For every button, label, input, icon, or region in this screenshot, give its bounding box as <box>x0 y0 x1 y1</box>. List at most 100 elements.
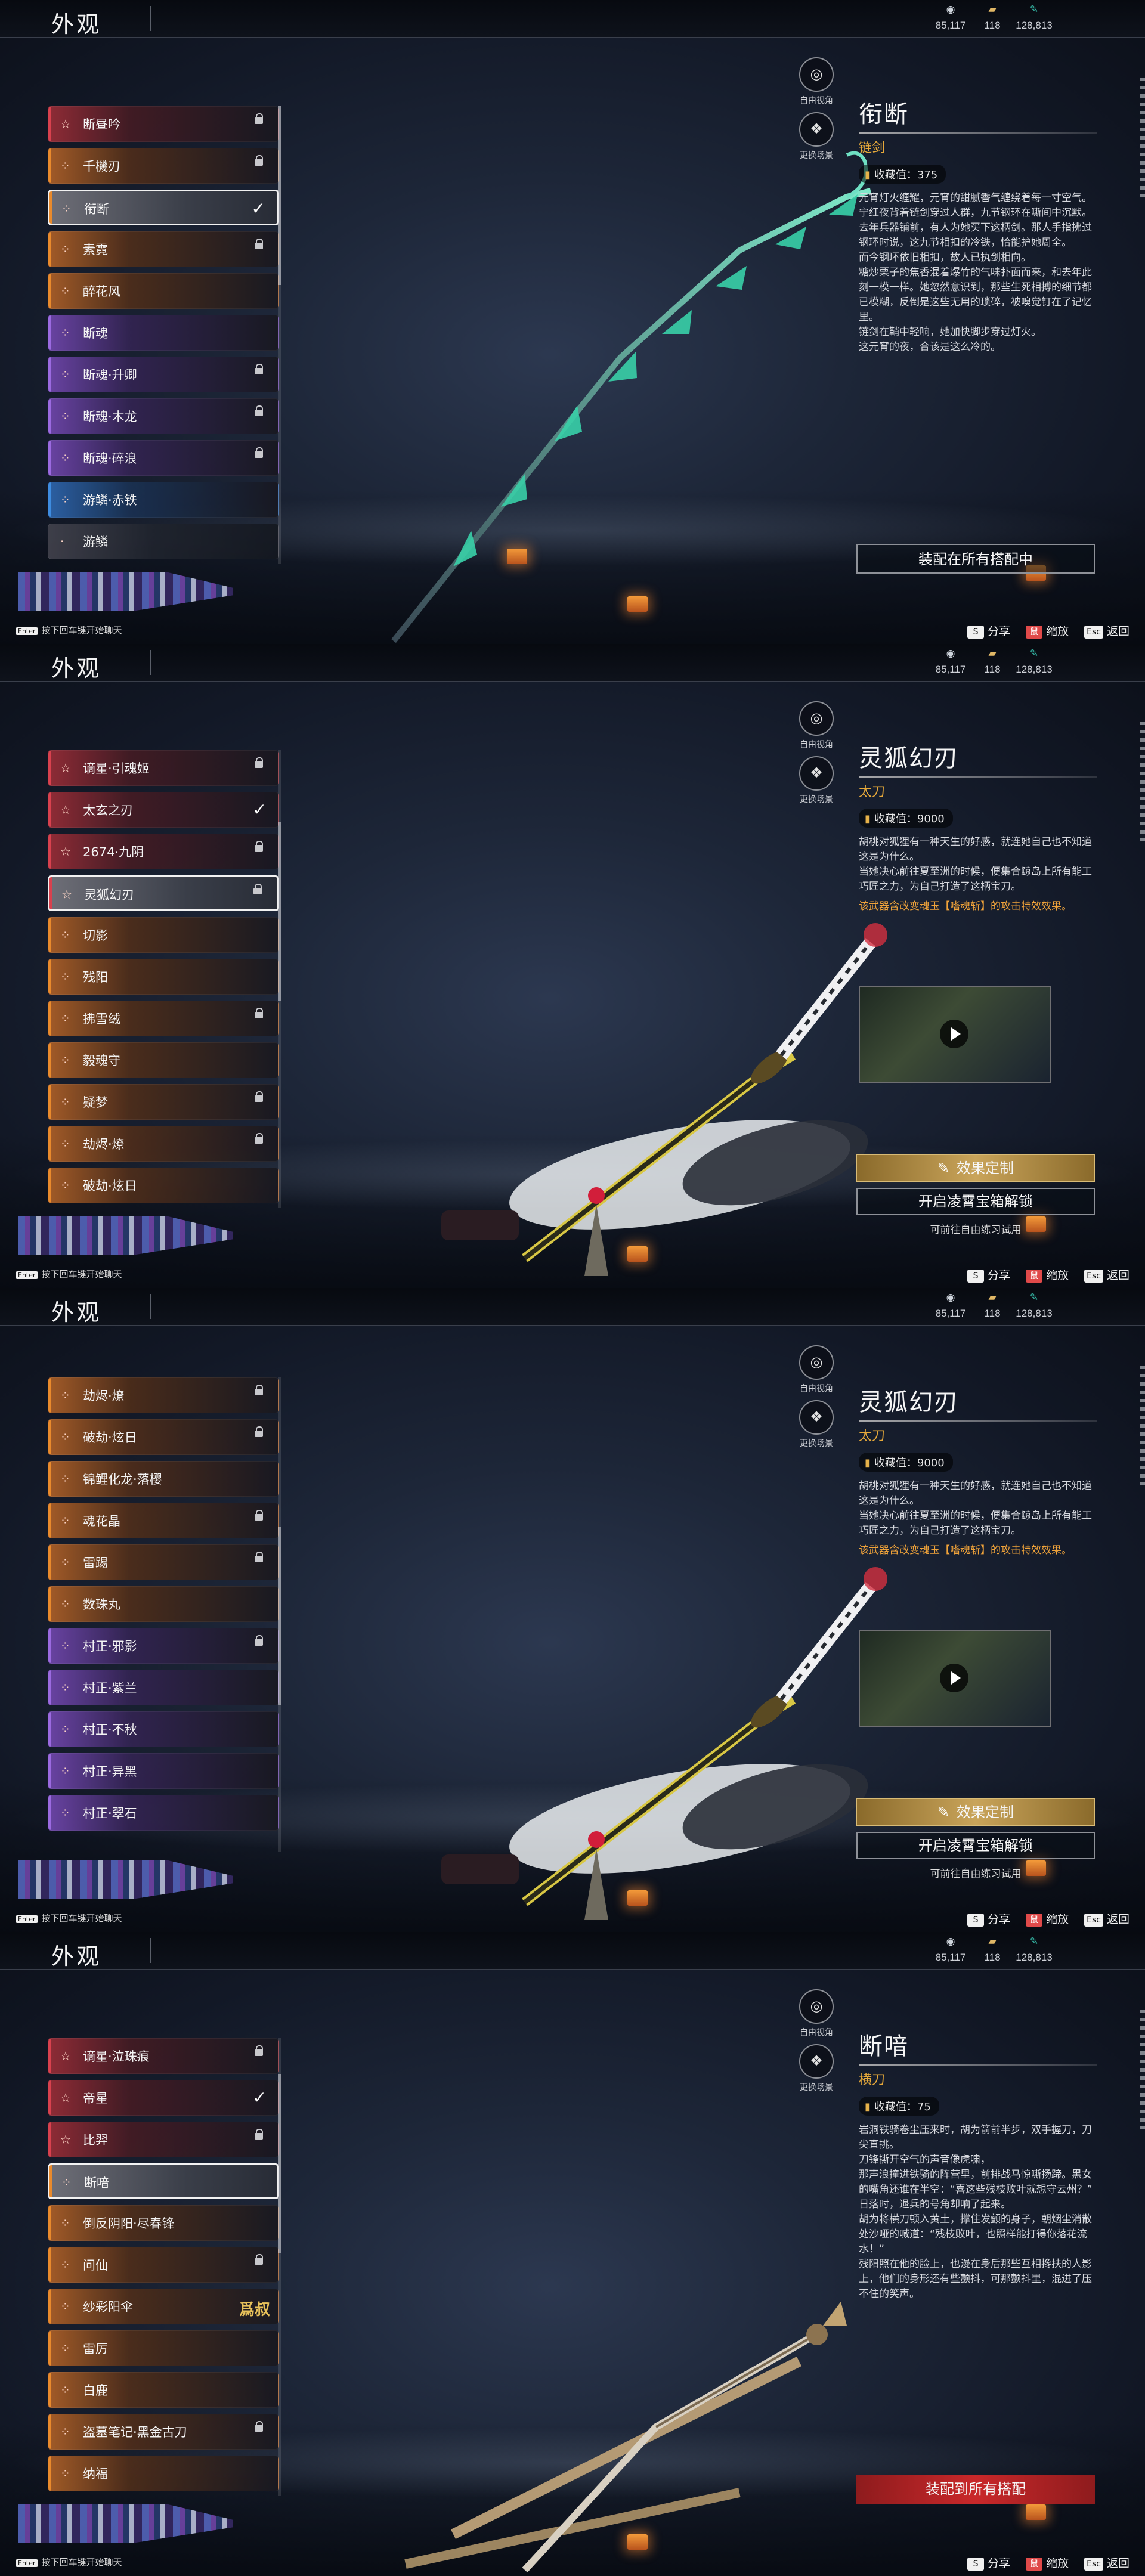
back-button[interactable]: Esc 返回 <box>1084 1269 1129 1283</box>
effect-customize-button[interactable]: ✎ 效果定制 <box>856 1798 1095 1826</box>
list-item[interactable]: ⁘ 断魂·木龙 <box>48 398 279 434</box>
back-button[interactable]: Esc 返回 <box>1084 2557 1129 2571</box>
change-scene-button[interactable]: ❖ 更换场景 <box>796 2044 837 2093</box>
effect-customize-button[interactable]: ✎ 效果定制 <box>856 1154 1095 1182</box>
free-view-button[interactable]: ◎ 自由视角 <box>796 1989 837 2038</box>
share-button[interactable]: S 分享 <box>967 2557 1010 2571</box>
list-item-label: 残阳 <box>83 970 108 984</box>
chat-hint[interactable]: Enter 按下回车键开始聊天 <box>16 624 122 636</box>
scrollbar-thumb[interactable] <box>278 1527 281 1705</box>
list-item[interactable]: ☆ 断昼吟 <box>48 106 279 142</box>
zoom-button[interactable]: 鼠缩放 <box>1026 625 1069 639</box>
list-item[interactable]: ☆ 谪星·引魂姬 <box>48 750 279 786</box>
chat-hint[interactable]: Enter 按下回车键开始聊天 <box>16 2556 122 2568</box>
list-scrollbar[interactable] <box>278 1377 281 1852</box>
list-item[interactable]: ☆ 2674·九阴 <box>48 834 279 869</box>
list-item[interactable]: ⁘ 倒反阴阳·尽春锋 <box>48 2205 279 2241</box>
currency-jade: ✎ 128,813 <box>998 4 1070 31</box>
equip-all-button[interactable]: 装配到所有搭配 <box>856 2475 1095 2504</box>
list-item[interactable]: ⁘ 纳福 <box>48 2456 279 2491</box>
list-scrollbar[interactable] <box>278 750 281 1208</box>
list-item[interactable]: · 游鳞 <box>48 524 279 559</box>
list-item[interactable]: ⁘ 雷踢 <box>48 1544 279 1580</box>
list-item[interactable]: ⁘ 魂花晶 <box>48 1503 279 1538</box>
list-item[interactable]: ⁘ 村正·紫兰 <box>48 1670 279 1705</box>
trial-hint[interactable]: 可前往自由练习试用 <box>856 1865 1095 1880</box>
list-item[interactable]: ⁘ 毅魂守 <box>48 1042 279 1078</box>
unlock-chest-button[interactable]: 开启凌霄宝箱解锁 <box>856 1832 1095 1859</box>
list-item[interactable]: ⁘ 破劫·炫日 <box>48 1168 279 1203</box>
list-item[interactable]: ⁘ 醉花风 <box>48 273 279 309</box>
chat-hint[interactable]: Enter 按下回车键开始聊天 <box>16 1912 122 1924</box>
list-item-selected[interactable]: ⁘ 衔断 ✓ <box>48 190 279 225</box>
list-item[interactable]: ⁘ 村正·邪影 <box>48 1628 279 1664</box>
list-item[interactable]: ⁘ 白鹿 <box>48 2372 279 2408</box>
lock-icon <box>255 1635 263 1646</box>
bottom-bar: Enter 按下回车键开始聊天 S 分享 鼠缩放 Esc 返回 <box>0 1908 1145 1932</box>
list-item[interactable]: ⁘ 破劫·炫日 <box>48 1419 279 1455</box>
list-item[interactable]: ⁘ 断魂·碎浪 <box>48 440 279 476</box>
list-item[interactable]: ⁘ 村正·不秋 <box>48 1711 279 1747</box>
play-icon[interactable] <box>940 1020 968 1048</box>
mouse-icon: 鼠 <box>1026 2557 1043 2571</box>
list-item[interactable]: ⁘ 疑梦 <box>48 1084 279 1120</box>
list-item[interactable]: ⁘ 断魂 <box>48 315 279 351</box>
list-scrollbar[interactable] <box>278 2038 281 2496</box>
free-view-button[interactable]: ◎ 自由视角 <box>796 701 837 750</box>
effect-preview-video[interactable] <box>859 1630 1051 1727</box>
list-item[interactable]: ⁘ 残阳 <box>48 959 279 995</box>
share-button[interactable]: S 分享 <box>967 1269 1010 1283</box>
list-item[interactable]: ⁘ 千機刃 <box>48 148 279 184</box>
free-view-button[interactable]: ◎ 自由视角 <box>796 1345 837 1394</box>
change-scene-button[interactable]: ❖ 更换场景 <box>796 112 837 161</box>
list-item[interactable]: ⁘ 雷厉 <box>48 2330 279 2366</box>
effect-preview-video[interactable] <box>859 986 1051 1083</box>
trial-hint[interactable]: 可前往自由练习试用 <box>856 1221 1095 1236</box>
wrench-icon: ✎ <box>937 1160 950 1176</box>
list-scrollbar[interactable] <box>278 106 281 564</box>
chat-hint-text: 按下回车键开始聊天 <box>41 2557 122 2568</box>
list-item-selected[interactable]: ⁘ 断喑 <box>48 2163 279 2199</box>
back-button[interactable]: Esc 返回 <box>1084 1913 1129 1927</box>
list-item[interactable]: ⁘ 游鳞·赤铁 <box>48 482 279 518</box>
scrollbar-thumb[interactable] <box>278 822 281 1001</box>
list-item[interactable]: ⁘ 纱彩阳伞 爲叔 <box>48 2289 279 2324</box>
list-item-label: 雷踢 <box>83 1556 108 1570</box>
page-title: 外观 <box>51 11 102 38</box>
list-item[interactable]: ⁘ 拂雪绒 <box>48 1001 279 1036</box>
play-icon[interactable] <box>940 1664 968 1692</box>
list-item[interactable]: ⁘ 村正·翠石 <box>48 1795 279 1831</box>
list-item[interactable]: ⁘ 盗墓笔记·黑金古刀 <box>48 2414 279 2450</box>
change-scene-button[interactable]: ❖ 更换场景 <box>796 756 837 805</box>
list-item[interactable]: ⁘ 切影 <box>48 917 279 953</box>
list-item[interactable]: ⁘ 劫烬·燎 <box>48 1126 279 1162</box>
list-item[interactable]: ⁘ 村正·异黑 <box>48 1753 279 1789</box>
unlock-chest-button[interactable]: 开启凌霄宝箱解锁 <box>856 1188 1095 1215</box>
change-scene-label: 更换场景 <box>800 1439 833 1448</box>
back-button[interactable]: Esc 返回 <box>1084 625 1129 639</box>
list-item-selected[interactable]: ☆ 灵狐幻刃 <box>48 875 279 911</box>
list-item[interactable]: ⁘ 劫烬·燎 <box>48 1377 279 1413</box>
scrollbar-thumb[interactable] <box>278 2074 281 2253</box>
zoom-button[interactable]: 鼠缩放 <box>1026 1269 1069 1283</box>
list-item[interactable]: ⁘ 素霓 <box>48 231 279 267</box>
scroll-edge-decoration <box>1140 722 1145 841</box>
list-item[interactable]: ☆ 帝星 ✓ <box>48 2080 279 2116</box>
scrollbar-thumb[interactable] <box>278 106 281 285</box>
zoom-button[interactable]: 鼠缩放 <box>1026 1913 1069 1927</box>
list-item[interactable]: ⁘ 数珠丸 <box>48 1586 279 1622</box>
chat-hint[interactable]: Enter 按下回车键开始聊天 <box>16 1268 122 1280</box>
share-button[interactable]: S 分享 <box>967 625 1010 639</box>
list-item[interactable]: ⁘ 锦鲤化龙·落樱 <box>48 1461 279 1497</box>
list-item[interactable]: ⁘ 断魂·升卿 <box>48 357 279 392</box>
equip-all-button[interactable]: 装配在所有搭配中 <box>856 544 1095 574</box>
list-item[interactable]: ☆ 谪星·泣珠痕 <box>48 2038 279 2074</box>
list-item[interactable]: ☆ 太玄之刃 ✓ <box>48 792 279 828</box>
change-scene-button[interactable]: ❖ 更换场景 <box>796 1400 837 1449</box>
share-button[interactable]: S 分享 <box>967 1913 1010 1927</box>
list-item[interactable]: ☆ 比羿 <box>48 2122 279 2157</box>
list-item[interactable]: ⁘ 问仙 <box>48 2247 279 2283</box>
zoom-button[interactable]: 鼠缩放 <box>1026 2557 1069 2571</box>
free-view-button[interactable]: ◎ 自由视角 <box>796 57 837 106</box>
skin-list: ☆ 断昼吟 ⁘ 千機刃 ⁘ 衔断 ✓ ⁘ 素霓 ⁘ 醉花风 ⁘ 断魂 ⁘ 断魂·升卿 ⁘ 断魂·木… <box>48 106 279 564</box>
